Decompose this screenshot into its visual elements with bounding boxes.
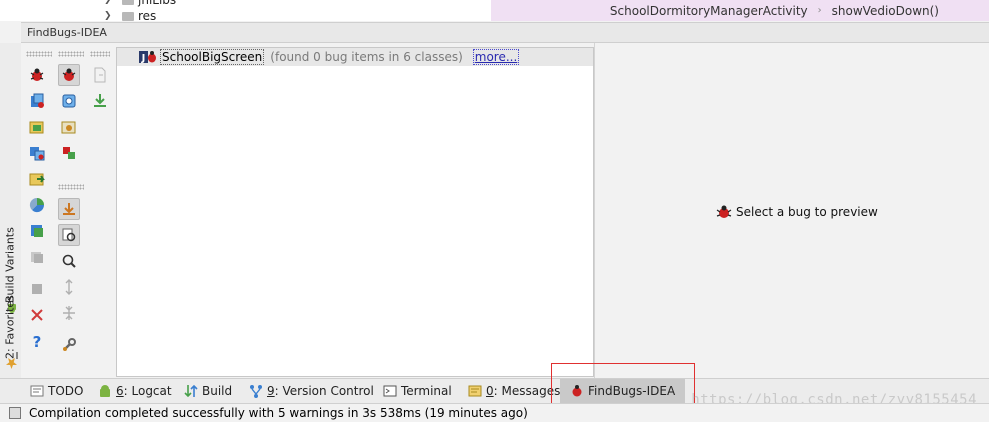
- folder-icon: [122, 0, 134, 5]
- tool-window-toggle-icon[interactable]: [9, 407, 21, 419]
- tab-messages[interactable]: 0: Messages: [468, 379, 560, 403]
- pie-chart-icon[interactable]: [26, 194, 48, 216]
- bug-icon: [716, 205, 732, 218]
- toolbar-grip[interactable]: [90, 51, 110, 57]
- breadcrumb-class[interactable]: SchoolDormitoryManagerActivity: [610, 4, 808, 18]
- toolbar-grip[interactable]: [58, 184, 84, 190]
- analyze-project-icon[interactable]: [26, 142, 48, 164]
- group-by-priority-icon[interactable]: [58, 142, 80, 164]
- tab-mnemonic: 9: [267, 384, 275, 398]
- terminal-icon: [383, 384, 397, 398]
- disabled-action-icon[interactable]: [26, 246, 48, 268]
- breadcrumb-method[interactable]: showVedioDown(): [832, 4, 939, 18]
- left-tool-stripe: Build Variants 2 : Favorites: [0, 43, 22, 378]
- vcs-branch-icon: [249, 384, 263, 398]
- analyze-current-file-bug-icon[interactable]: [26, 64, 48, 86]
- chevron-right-icon[interactable]: ❯: [104, 0, 114, 5]
- tab-label: : Version Control: [274, 384, 374, 398]
- tab-label: TODO: [48, 384, 84, 398]
- export-icon[interactable]: [58, 198, 80, 220]
- collapse-all-icon[interactable]: [58, 302, 80, 324]
- toolbar-grip[interactable]: [26, 51, 52, 57]
- expand-all-icon[interactable]: [58, 276, 80, 298]
- tab-terminal[interactable]: Terminal: [383, 379, 452, 403]
- tool-window-title: FindBugs-IDEA: [21, 22, 989, 43]
- status-message: Compilation completed successfully with …: [29, 406, 528, 420]
- tab-logcat[interactable]: 6: Logcat: [98, 379, 172, 403]
- bug-preview-pane: Select a bug to preview: [594, 43, 989, 378]
- tab-mnemonic: 0: [486, 384, 494, 398]
- java-package-icon: J: [139, 50, 157, 64]
- tree-item-res[interactable]: ❯ res: [104, 9, 157, 21]
- tab-label: : Messages: [493, 384, 561, 398]
- open-file-icon[interactable]: [89, 64, 111, 86]
- find-in-results-icon[interactable]: [58, 224, 80, 246]
- favorites-mnemonic: 2: [3, 352, 17, 359]
- preview-message: Select a bug to preview: [736, 205, 878, 219]
- breadcrumb-separator-icon: ›: [817, 5, 822, 16]
- chevron-right-icon[interactable]: ❯: [104, 11, 114, 21]
- tree-item-label: res: [138, 9, 157, 21]
- star-icon: [5, 358, 18, 369]
- analyze-package-icon[interactable]: [26, 116, 48, 138]
- bug-icon: [570, 384, 584, 398]
- tree-root-name[interactable]: SchoolBigScreen: [160, 49, 265, 65]
- preview-placeholder: Select a bug to preview: [716, 205, 878, 219]
- project-tree: ❯ jniLibs ❯ res: [0, 0, 490, 21]
- settings-wrench-icon[interactable]: [58, 334, 80, 356]
- tree-item-label: jniLibs: [138, 0, 177, 7]
- favorites-label: : Favorites: [3, 295, 17, 352]
- tab-label: : Logcat: [123, 384, 172, 398]
- svg-text:J: J: [141, 53, 146, 64]
- tab-label: Build: [202, 384, 233, 398]
- stop-icon[interactable]: [26, 278, 48, 300]
- findbugs-toolbar: ?: [21, 43, 116, 378]
- tab-findbugs[interactable]: FindBugs-IDEA: [560, 379, 686, 403]
- bug-results-tree[interactable]: J SchoolBigScreen (found 0 bug items in …: [116, 47, 594, 377]
- messages-icon: [468, 384, 482, 398]
- import-icon[interactable]: [89, 90, 111, 112]
- zoom-icon[interactable]: [58, 250, 80, 272]
- status-bar: Compilation completed successfully with …: [0, 403, 989, 422]
- tree-item-jnilibs[interactable]: ❯ jniLibs: [104, 0, 177, 7]
- group-by-class-icon[interactable]: [58, 90, 80, 112]
- tree-root-row[interactable]: J SchoolBigScreen (found 0 bug items in …: [117, 48, 593, 66]
- group-by-bug-category-icon[interactable]: [58, 64, 80, 86]
- toolbar-grip[interactable]: [58, 51, 84, 57]
- tab-mnemonic: 6: [116, 384, 124, 398]
- group-by-package-icon[interactable]: [58, 116, 80, 138]
- analyze-module-icon[interactable]: [26, 90, 48, 112]
- build-arrows-icon: [184, 384, 198, 398]
- tab-label: FindBugs-IDEA: [588, 384, 676, 398]
- todo-icon: [30, 384, 44, 398]
- android-icon: [98, 384, 112, 398]
- editor-breadcrumb: SchoolDormitoryManagerActivity › showVed…: [491, 0, 989, 21]
- tab-label: Terminal: [401, 384, 452, 398]
- tab-build[interactable]: Build: [184, 379, 232, 403]
- more-link[interactable]: more...: [472, 49, 520, 65]
- tab-todo[interactable]: TODO: [30, 379, 83, 403]
- svg-text:?: ?: [33, 333, 42, 349]
- folder-icon: [122, 11, 134, 21]
- top-strip: ❯ jniLibs ❯ res SchoolDormitoryManagerAc…: [0, 0, 989, 21]
- tab-version-control[interactable]: 9: Version Control: [249, 379, 374, 403]
- analyze-scope-icon[interactable]: [26, 220, 48, 242]
- help-icon[interactable]: ?: [26, 330, 48, 352]
- tree-root-summary: (found 0 bug items in 6 classes): [270, 50, 463, 64]
- favorites-tab[interactable]: 2 : Favorites: [2, 288, 18, 373]
- analyze-changed-files-icon[interactable]: [26, 168, 48, 190]
- close-icon[interactable]: [26, 304, 48, 326]
